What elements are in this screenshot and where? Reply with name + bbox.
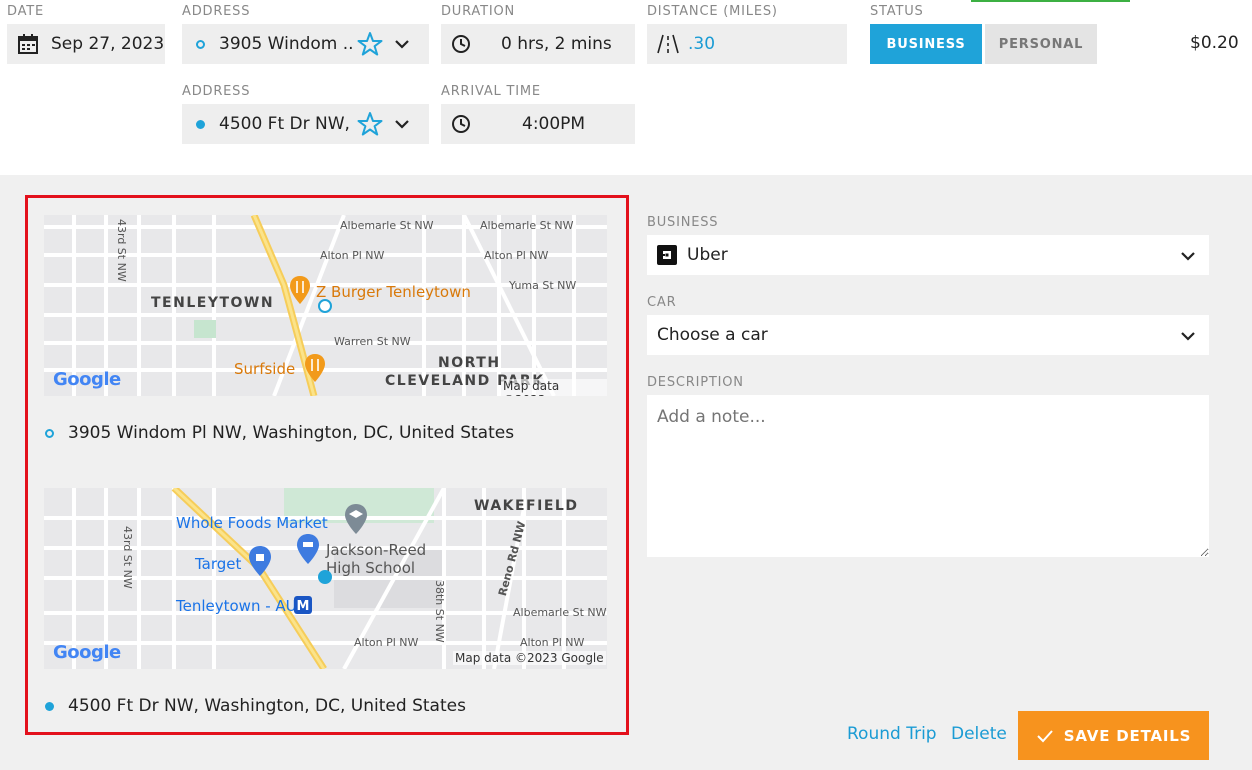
save-button-label: SAVE DETAILS — [1063, 726, 1192, 745]
address-start-value: 3905 Windom ... — [219, 34, 353, 54]
delete-link[interactable]: Delete — [951, 724, 1007, 744]
chevron-down-icon[interactable] — [393, 35, 411, 53]
clock-icon — [452, 35, 470, 53]
round-trip-link[interactable]: Round Trip — [847, 724, 937, 744]
map-poi-label: Target — [195, 555, 242, 573]
map-street-label: 43rd St NW — [121, 526, 134, 589]
chevron-down-icon[interactable] — [1179, 327, 1197, 345]
map-street-label: Alton Pl NW — [320, 249, 385, 262]
map-street-label: Alton Pl NW — [484, 249, 549, 262]
end-marker-icon — [45, 701, 54, 711]
star-icon[interactable] — [357, 31, 383, 57]
map-poi-label: High School — [326, 559, 416, 577]
date-field[interactable]: Sep 27, 2023 — [7, 24, 165, 64]
map-neighborhood-label: WAKEFIELD — [474, 498, 579, 514]
map-street-label: Yuma St NW — [509, 279, 577, 292]
shopping-bag-pin-icon — [249, 546, 271, 576]
business-label: BUSINESS — [647, 215, 719, 230]
address-end-value: 4500 Ft Dr NW, ... — [219, 114, 353, 134]
start-address-line: 3905 Windom Pl NW, Washington, DC, Unite… — [45, 423, 514, 443]
map-street-label: 38th St NW — [433, 580, 446, 643]
clock-icon — [452, 115, 470, 133]
map-street-label: Albemarle St NW — [340, 219, 434, 232]
map-street-label: Albemarle St NW — [480, 219, 574, 232]
google-logo: Google — [53, 642, 121, 663]
distance-value: .30 — [688, 34, 716, 54]
start-marker-icon — [45, 428, 54, 438]
duration-value: 0 hrs, 2 mins — [501, 34, 612, 54]
address-start-label: ADDRESS — [182, 4, 251, 19]
address-end-label: ADDRESS — [182, 84, 251, 99]
road-icon — [657, 34, 679, 54]
status-personal-button[interactable]: PERSONAL — [985, 24, 1097, 64]
uber-logo-icon — [657, 245, 677, 265]
restaurant-pin-icon — [305, 354, 325, 382]
start-location-marker-icon — [318, 299, 332, 313]
arrival-label: ARRIVAL TIME — [441, 84, 541, 99]
top-accent-line — [971, 0, 1130, 2]
star-icon[interactable] — [357, 111, 383, 137]
address-end-field[interactable]: 4500 Ft Dr NW, ... — [182, 104, 429, 144]
map-street-label: Alton Pl NW — [354, 636, 419, 649]
start-marker-icon — [196, 39, 205, 49]
end-location-map[interactable]: 43rd St NW 38th St NW Reno Rd NW Albemar… — [44, 488, 607, 669]
map-street-label: Alton Pl NW — [520, 636, 585, 649]
map-attribution: Map data ©2023 Google — [453, 651, 606, 665]
end-address-line: 4500 Ft Dr NW, Washington, DC, United St… — [45, 696, 466, 716]
map-poi-label: Tenleytown - AU — [176, 597, 297, 615]
car-value: Choose a car — [657, 325, 768, 345]
checkmark-icon — [1037, 729, 1053, 742]
chevron-down-icon[interactable] — [393, 115, 411, 133]
duration-label: DURATION — [441, 4, 516, 19]
map-street-label: Warren St NW — [334, 335, 411, 348]
map-poi-label: Surfside — [234, 360, 296, 378]
status-label: STATUS — [870, 4, 924, 19]
description-label: DESCRIPTION — [647, 375, 744, 390]
map-street-label: 43rd St NW — [115, 219, 128, 282]
map-neighborhood-label: NORTH — [438, 355, 501, 371]
map-poi-label: Jackson-Reed — [326, 541, 427, 559]
car-label: CAR — [647, 295, 677, 310]
save-details-button[interactable]: SAVE DETAILS — [1018, 711, 1209, 760]
start-location-map[interactable]: Albemarle St NW Albemarle St NW Alton Pl… — [44, 215, 607, 396]
start-address-text: 3905 Windom Pl NW, Washington, DC, Unite… — [68, 423, 515, 443]
end-address-text: 4500 Ft Dr NW, Washington, DC, United St… — [68, 696, 466, 716]
address-start-field[interactable]: 3905 Windom ... — [182, 24, 429, 64]
map-street-label: Albemarle St NW — [513, 606, 607, 619]
arrival-field[interactable]: 4:00PM — [441, 104, 635, 144]
chevron-down-icon[interactable] — [1179, 247, 1197, 265]
arrival-value: 4:00PM — [522, 114, 586, 134]
business-select[interactable]: Uber — [647, 235, 1209, 275]
school-pin-icon — [345, 504, 367, 534]
distance-label: DISTANCE (MILES) — [647, 4, 778, 19]
map-poi-label: Z Burger Tenleytown — [316, 283, 471, 301]
date-value: Sep 27, 2023 — [51, 34, 165, 54]
svg-text:M: M — [297, 599, 310, 614]
status-business-button[interactable]: BUSINESS — [870, 24, 982, 64]
google-logo: Google — [53, 369, 121, 390]
map-attribution: Map data ©2023 — [501, 379, 607, 396]
metro-station-icon: M — [294, 596, 312, 614]
business-value: Uber — [687, 245, 728, 265]
distance-field[interactable]: .30 — [647, 24, 847, 64]
calendar-icon — [18, 34, 38, 54]
shopping-cart-pin-icon — [297, 534, 319, 564]
date-label: DATE — [7, 4, 45, 19]
car-select[interactable]: Choose a car — [647, 315, 1209, 355]
map-poi-label: Whole Foods Market — [176, 514, 328, 532]
restaurant-pin-icon — [290, 276, 310, 304]
trip-amount: $0.20 — [1190, 33, 1239, 53]
description-input[interactable] — [647, 395, 1209, 557]
end-marker-icon — [196, 119, 205, 129]
end-location-marker-icon — [318, 570, 332, 584]
duration-field[interactable]: 0 hrs, 2 mins — [441, 24, 635, 64]
map-neighborhood-label: TENLEYTOWN — [151, 295, 275, 311]
